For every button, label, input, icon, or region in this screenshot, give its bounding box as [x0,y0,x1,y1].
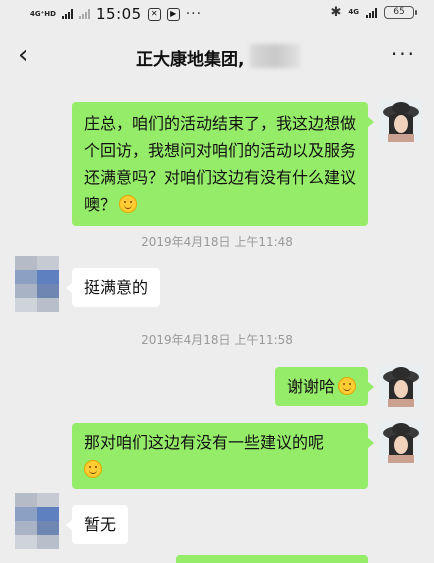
message-bubble-outgoing-partial [176,555,368,563]
chat-header: ‹ 正大康地集团, ··· [0,30,434,80]
notification-icon: ✕ [147,7,161,21]
smile-emoji-icon [119,195,138,213]
back-icon[interactable]: ‹ [18,42,28,68]
status-right: ✱ 4G 65 [330,5,417,20]
message-bubble-incoming[interactable]: 挺满意的 [65,268,161,307]
network-label: 4G⁺HD [30,9,56,18]
bluetooth-icon: ✱ [330,5,342,20]
clock: 15:05 [95,5,142,23]
smile-emoji-icon [338,377,356,395]
avatar-me[interactable] [380,421,422,463]
timestamp: 2019年4月18日 上午11:48 [141,235,293,249]
signal-icon [61,9,73,19]
media-icon: ▶ [166,7,180,21]
message-bubble-incoming[interactable]: 暂无 [65,505,129,544]
timestamp: 2019年4月18日 上午11:58 [141,333,293,347]
avatar-contact[interactable] [15,256,59,312]
battery-icon: 65 [384,6,417,19]
avatar-contact[interactable] [15,493,59,549]
avatar-me[interactable] [380,365,422,407]
message-text: 那对咱们这边有没有一些建议的呢 [84,433,325,452]
chat-title: 正大康地集团, [136,50,245,70]
avatar-pixelated [15,256,59,312]
smile-emoji-icon [84,460,102,478]
more-notifications-icon: ··· [185,6,203,22]
message-bubble-outgoing[interactable]: 庄总，咱们的活动结束了，我这边想做个回访，我想问对咱们的活动以及服务还满意吗？对… [72,102,374,226]
status-left: 4G⁺HD 15:05 ✕ ▶ ··· [30,5,202,23]
avatar-image [380,421,422,463]
blurred-name [250,44,300,68]
avatar-image [380,100,422,142]
message-text: 谢谢哈 [286,377,335,396]
avatar-image [380,365,422,407]
signal-icon-2 [78,9,90,19]
status-bar: 4G⁺HD 15:05 ✕ ▶ ··· ✱ 4G 65 [0,0,434,28]
message-text: 挺满意的 [84,278,149,297]
more-options-icon[interactable]: ··· [391,42,416,66]
avatar-me[interactable] [380,100,422,142]
network-right-label: 4G [348,8,359,16]
signal-right-icon [366,7,377,18]
message-bubble-outgoing[interactable]: 谢谢哈 [274,367,375,406]
avatar-pixelated [15,493,59,549]
message-text: 暂无 [84,515,117,534]
message-bubble-outgoing[interactable]: 那对咱们这边有没有一些建议的呢 [72,423,374,489]
